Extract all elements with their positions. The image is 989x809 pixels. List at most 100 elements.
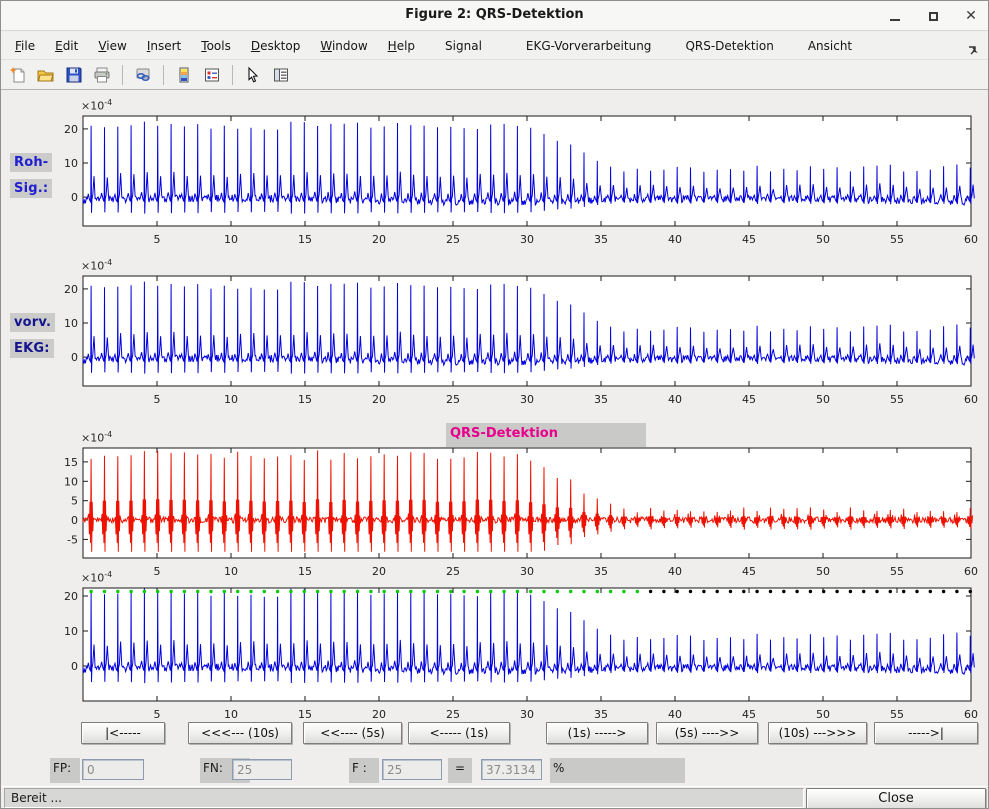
plot-qrs-detection[interactable]: 51015202530354045505560-5051015 [53,440,985,590]
f-label: F : [349,758,379,783]
plot-tools-icon[interactable] [269,63,293,87]
svg-text:0: 0 [71,660,78,673]
preprocessed-label-line2: EKG: [10,339,54,358]
maximize-icon [929,12,938,21]
svg-text:0: 0 [71,351,78,364]
close-figure-button[interactable]: Close [806,788,986,809]
statusbar: Bereit ... Close [1,786,988,809]
menu-signal[interactable]: Signal [435,35,492,57]
svg-text:35: 35 [594,393,608,406]
svg-text:10: 10 [64,625,78,638]
svg-text:55: 55 [890,565,904,578]
preprocessed-label-line1: vorv. [10,313,55,332]
maximize-button[interactable] [922,5,944,27]
result-input[interactable] [481,759,542,780]
fp-label: FP: [50,758,80,783]
svg-text:10: 10 [64,157,78,170]
svg-text:60: 60 [964,708,978,721]
svg-text:60: 60 [964,393,978,406]
svg-text:20: 20 [372,393,386,406]
minimize-button[interactable] [884,5,906,27]
figure-window: Figure 2: QRS-Detektion ✕ File Edit View… [0,0,989,809]
nav-back-5s-button[interactable]: <<---- (5s) [303,722,402,744]
menu-insert[interactable]: Insert [137,35,191,57]
svg-text:20: 20 [64,123,78,136]
minimize-icon [890,19,900,21]
svg-text:50: 50 [816,393,830,406]
svg-text:30: 30 [520,708,534,721]
edit-plot-icon[interactable] [241,63,265,87]
svg-text:0: 0 [71,191,78,204]
svg-text:10: 10 [224,393,238,406]
toolbar-separator [163,65,164,85]
svg-text:40: 40 [668,393,682,406]
svg-text:50: 50 [816,233,830,246]
svg-text:45: 45 [742,708,756,721]
window-title: Figure 2: QRS-Detektion [1,7,988,22]
nav-forward-5s-button[interactable]: (5s) ---->> [656,722,758,744]
menu-edit[interactable]: Edit [45,35,88,57]
menu-help[interactable]: Help [378,35,425,57]
svg-text:-5: -5 [67,533,78,546]
nav-begin-button[interactable]: |<----- [81,722,165,744]
menubar: File Edit View Insert Tools Desktop Wind… [1,32,988,60]
link-plots-icon[interactable] [131,63,155,87]
svg-text:15: 15 [298,233,312,246]
svg-text:50: 50 [816,708,830,721]
svg-text:20: 20 [372,233,386,246]
svg-text:40: 40 [668,233,682,246]
svg-text:55: 55 [890,708,904,721]
menu-ekg-vorverarbeitung[interactable]: EKG-Vorverarbeitung [516,35,662,57]
f-input[interactable] [382,759,442,780]
svg-text:35: 35 [594,565,608,578]
svg-text:20: 20 [372,565,386,578]
insert-legend-icon[interactable] [200,63,224,87]
svg-text:5: 5 [71,495,78,508]
svg-text:15: 15 [298,565,312,578]
menu-window[interactable]: Window [310,35,377,57]
fn-input[interactable] [232,759,292,780]
svg-text:20: 20 [372,708,386,721]
plot-detection-result[interactable]: 5101520253035404550556001020 [53,580,985,733]
menu-view[interactable]: View [88,35,136,57]
svg-text:45: 45 [742,393,756,406]
nav-back-10s-button[interactable]: <<<--- (10s) [188,722,292,744]
titlebar: Figure 2: QRS-Detektion ✕ [1,1,988,31]
svg-text:10: 10 [64,317,78,330]
svg-text:60: 60 [964,233,978,246]
percent-label: % [550,758,685,783]
plot-raw-signal[interactable]: 5101520253035404550556001020 [53,108,985,258]
svg-text:30: 30 [520,233,534,246]
menu-tools[interactable]: Tools [191,35,241,57]
nav-back-1s-button[interactable]: <----- (1s) [408,722,510,744]
nav-end-button[interactable]: ----->| [874,722,978,744]
svg-text:55: 55 [890,393,904,406]
insert-colorbar-icon[interactable] [172,63,196,87]
menu-file[interactable]: File [5,35,45,57]
fp-input[interactable] [82,759,144,780]
svg-text:0: 0 [71,514,78,527]
svg-text:45: 45 [742,565,756,578]
svg-text:25: 25 [446,393,460,406]
svg-text:15: 15 [298,708,312,721]
svg-text:40: 40 [668,708,682,721]
svg-text:5: 5 [154,393,161,406]
menu-qrs-detektion[interactable]: QRS-Detektion [675,35,783,57]
close-window-button[interactable]: ✕ [960,5,982,27]
menu-ansicht[interactable]: Ansicht [798,35,862,57]
print-figure-icon[interactable] [90,63,114,87]
nav-forward-1s-button[interactable]: (1s) -----> [546,722,648,744]
figure-canvas: Roh- Sig.: vorv. EKG: ×10-4 ×10-4 ×10-4 … [1,90,988,786]
svg-text:20: 20 [64,283,78,296]
svg-text:20: 20 [64,590,78,603]
equals-label: = [448,758,472,783]
svg-text:10: 10 [224,708,238,721]
save-figure-icon[interactable] [62,63,86,87]
open-file-icon[interactable] [34,63,58,87]
nav-forward-10s-button[interactable]: (10s) --->>> [768,722,867,744]
menu-overflow-icon[interactable] [968,40,980,59]
plot-preprocessed-ecg[interactable]: 5101520253035404550556001020 [53,268,985,418]
new-figure-icon[interactable] [6,63,30,87]
svg-text:10: 10 [224,233,238,246]
menu-desktop[interactable]: Desktop [241,35,311,57]
